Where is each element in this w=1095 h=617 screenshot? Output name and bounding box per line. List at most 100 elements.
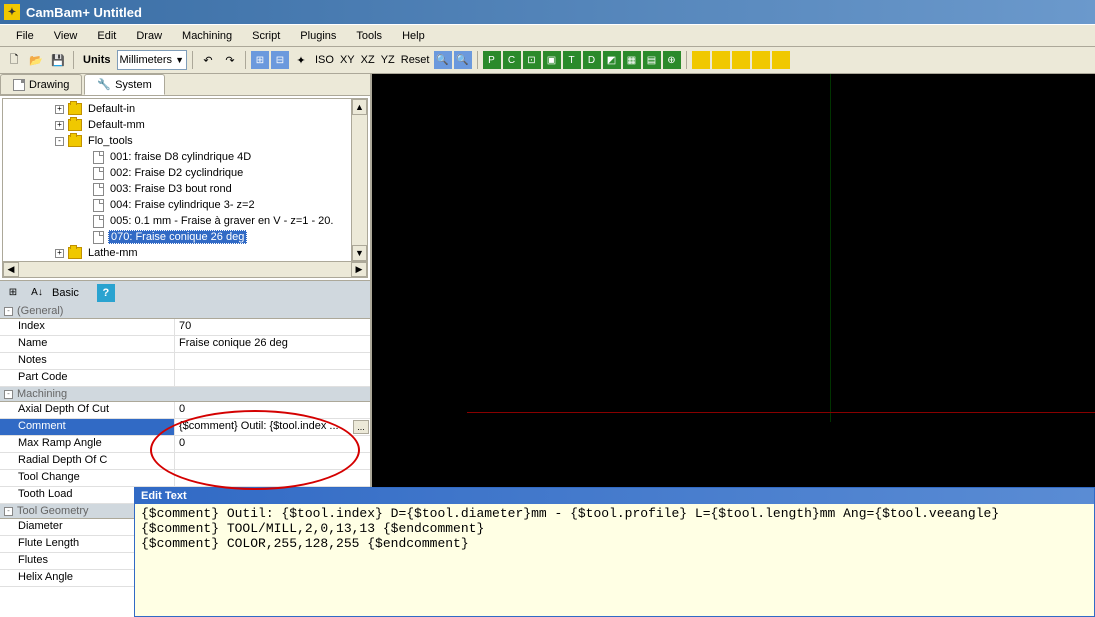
tree-node[interactable]: 070: Fraise conique 26 deg [5, 229, 349, 245]
property-value[interactable]: 70 [175, 319, 370, 335]
tab-drawing[interactable]: Drawing [0, 74, 82, 95]
menu-draw[interactable]: Draw [126, 28, 172, 44]
menu-machining[interactable]: Machining [172, 28, 242, 44]
axes-icon[interactable]: ✦ [291, 50, 311, 70]
property-value[interactable]: {$comment} Outil: {$tool.index ...... [175, 419, 370, 435]
xz-button[interactable]: XZ [359, 54, 377, 66]
open-icon[interactable]: 📂 [26, 50, 46, 70]
yz-button[interactable]: YZ [379, 54, 397, 66]
mop-icon-9[interactable]: ▤ [643, 51, 661, 69]
tree-node[interactable]: +Lathe-mm [5, 245, 349, 261]
tree-node[interactable]: 001: fraise D8 cylindrique 4D [5, 149, 349, 165]
scroll-up-icon[interactable]: ▲ [352, 99, 367, 115]
collapse-icon[interactable]: - [4, 390, 13, 399]
main-toolbar: 🗋 📂 💾 Units Millimeters ▼ ↶ ↷ ⊞ ⊟ ✦ ISO … [0, 46, 1095, 74]
prop-mode-label[interactable]: Basic [52, 287, 79, 299]
tool-icon-4[interactable] [752, 51, 770, 69]
property-value[interactable]: 0 [175, 402, 370, 418]
property-category[interactable]: -(General) [0, 304, 370, 319]
units-value: Millimeters [120, 54, 173, 66]
tool-icon-5[interactable] [772, 51, 790, 69]
expander-icon[interactable]: + [55, 249, 64, 258]
category-label: (General) [17, 305, 63, 317]
scroll-down-icon[interactable]: ▼ [352, 245, 367, 261]
tree-view[interactable]: +Default-in+Default-mm-Flo_tools001: fra… [2, 98, 368, 278]
scroll-left-icon[interactable]: ◀ [3, 262, 19, 277]
property-row[interactable]: Index70 [0, 319, 370, 336]
property-row[interactable]: Part Code [0, 370, 370, 387]
menu-tools[interactable]: Tools [346, 28, 392, 44]
property-value[interactable] [175, 370, 370, 386]
tree-item-label: 004: Fraise cylindrique 3- z=2 [108, 199, 257, 211]
edit-panel-text[interactable]: {$comment} Outil: {$tool.index} D={$tool… [135, 504, 1094, 553]
property-row[interactable]: Tool Change [0, 470, 370, 487]
property-row[interactable]: Axial Depth Of Cut0 [0, 402, 370, 419]
mop-icon-3[interactable]: ⊡ [523, 51, 541, 69]
tree-node[interactable]: +Default-mm [5, 117, 349, 133]
zoom-icon-1[interactable]: 🔍 [434, 51, 452, 69]
mop-icon-5[interactable]: T [563, 51, 581, 69]
mop-icon-7[interactable]: ◩ [603, 51, 621, 69]
property-category[interactable]: -Machining [0, 387, 370, 402]
category-label: Tool Geometry [17, 505, 89, 517]
expander-icon[interactable]: + [55, 121, 64, 130]
categorized-icon[interactable]: ⊞ [4, 284, 22, 302]
xy-button[interactable]: XY [338, 54, 357, 66]
zoom-icon-2[interactable]: 🔍 [454, 51, 472, 69]
property-row[interactable]: Radial Depth Of C [0, 453, 370, 470]
grid-icon-2[interactable]: ⊟ [271, 51, 289, 69]
help-icon[interactable]: ? [97, 284, 115, 302]
property-value[interactable]: Fraise conique 26 deg [175, 336, 370, 352]
reset-button[interactable]: Reset [399, 54, 432, 66]
menu-view[interactable]: View [44, 28, 88, 44]
undo-icon[interactable]: ↶ [198, 50, 218, 70]
units-dropdown[interactable]: Millimeters ▼ [117, 50, 187, 70]
tool-icon-3[interactable] [732, 51, 750, 69]
redo-icon[interactable]: ↷ [220, 50, 240, 70]
save-icon[interactable]: 💾 [48, 50, 68, 70]
collapse-icon[interactable]: - [4, 507, 13, 516]
mop-icon-2[interactable]: C [503, 51, 521, 69]
collapse-icon[interactable]: - [4, 307, 13, 316]
ellipsis-button[interactable]: ... [353, 420, 369, 434]
expander-icon[interactable]: + [55, 105, 64, 114]
property-row[interactable]: Max Ramp Angle0 [0, 436, 370, 453]
mop-icon-4[interactable]: ▣ [543, 51, 561, 69]
mop-icon-10[interactable]: ⊕ [663, 51, 681, 69]
expander-icon[interactable]: - [55, 137, 64, 146]
y-axis-line [830, 74, 831, 422]
property-value[interactable] [175, 470, 370, 486]
mop-icon-8[interactable]: ▦ [623, 51, 641, 69]
grid-icon-1[interactable]: ⊞ [251, 51, 269, 69]
tool-icon-2[interactable] [712, 51, 730, 69]
property-row[interactable]: Notes [0, 353, 370, 370]
tree-node[interactable]: +Default-in [5, 101, 349, 117]
menu-help[interactable]: Help [392, 28, 435, 44]
tree-item-label: 003: Fraise D3 bout rond [108, 183, 234, 195]
tree-node[interactable]: -Flo_tools [5, 133, 349, 149]
property-value[interactable] [175, 453, 370, 469]
property-value[interactable] [175, 353, 370, 369]
menu-plugins[interactable]: Plugins [290, 28, 346, 44]
new-icon[interactable]: 🗋 [4, 50, 24, 70]
iso-button[interactable]: ISO [313, 54, 336, 66]
property-row[interactable]: Comment{$comment} Outil: {$tool.index ..… [0, 419, 370, 436]
scroll-right-icon[interactable]: ▶ [351, 262, 367, 277]
tree-node[interactable]: 005: 0.1 mm - Fraise à graver en V - z=1… [5, 213, 349, 229]
horizontal-scrollbar[interactable]: ◀ ▶ [3, 261, 367, 277]
property-row[interactable]: NameFraise conique 26 deg [0, 336, 370, 353]
property-name: Part Code [0, 370, 175, 386]
tool-icon-1[interactable] [692, 51, 710, 69]
menu-file[interactable]: File [6, 28, 44, 44]
menu-edit[interactable]: Edit [87, 28, 126, 44]
menu-script[interactable]: Script [242, 28, 290, 44]
tree-node[interactable]: 002: Fraise D2 cyclindrique [5, 165, 349, 181]
tree-node[interactable]: 003: Fraise D3 bout rond [5, 181, 349, 197]
mop-icon-1[interactable]: P [483, 51, 501, 69]
property-value[interactable]: 0 [175, 436, 370, 452]
vertical-scrollbar[interactable]: ▲ ▼ [351, 99, 367, 261]
tab-system[interactable]: 🔧 System [84, 74, 164, 95]
mop-icon-6[interactable]: D [583, 51, 601, 69]
tree-node[interactable]: 004: Fraise cylindrique 3- z=2 [5, 197, 349, 213]
sort-icon[interactable]: A↓ [28, 284, 46, 302]
